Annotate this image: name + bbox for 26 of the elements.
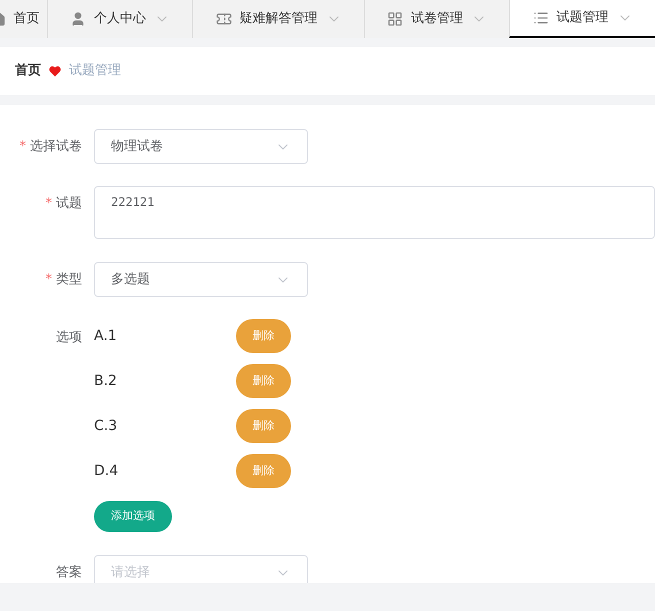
heart-icon <box>49 66 61 76</box>
ticket-icon <box>216 11 232 27</box>
grid-icon <box>387 11 403 27</box>
option-text: C.3 <box>94 416 118 436</box>
field-label: 试题 <box>56 195 82 213</box>
required-mark: * <box>46 270 52 289</box>
required-mark: * <box>46 195 52 213</box>
select-field[interactable]: 物理试卷 <box>94 129 308 164</box>
required-mark: * <box>20 138 26 156</box>
select-field[interactable]: 多选题 <box>94 262 308 297</box>
user-icon <box>70 11 86 27</box>
field-label: 选项 <box>56 329 82 347</box>
option-text: A.1 <box>94 326 117 346</box>
option-text: D.4 <box>94 462 118 480</box>
nav-tab[interactable]: 首页 <box>0 0 47 38</box>
breadcrumb-current: 试题管理 <box>69 62 121 80</box>
nav-tab[interactable]: 个人中心 <box>47 0 192 38</box>
nav-tab[interactable]: 试题管理 <box>509 0 655 38</box>
breadcrumb-link[interactable]: 首页 <box>15 61 41 81</box>
list-icon <box>532 10 548 26</box>
field-label: 答案 <box>56 564 82 582</box>
question-textarea[interactable]: 222121 <box>94 186 655 239</box>
field-label: 类型 <box>56 270 82 289</box>
option-text: B.2 <box>94 372 117 390</box>
nav-tab[interactable]: 疑难解答管理 <box>192 0 364 38</box>
field-label: 选择试卷 <box>30 138 82 156</box>
